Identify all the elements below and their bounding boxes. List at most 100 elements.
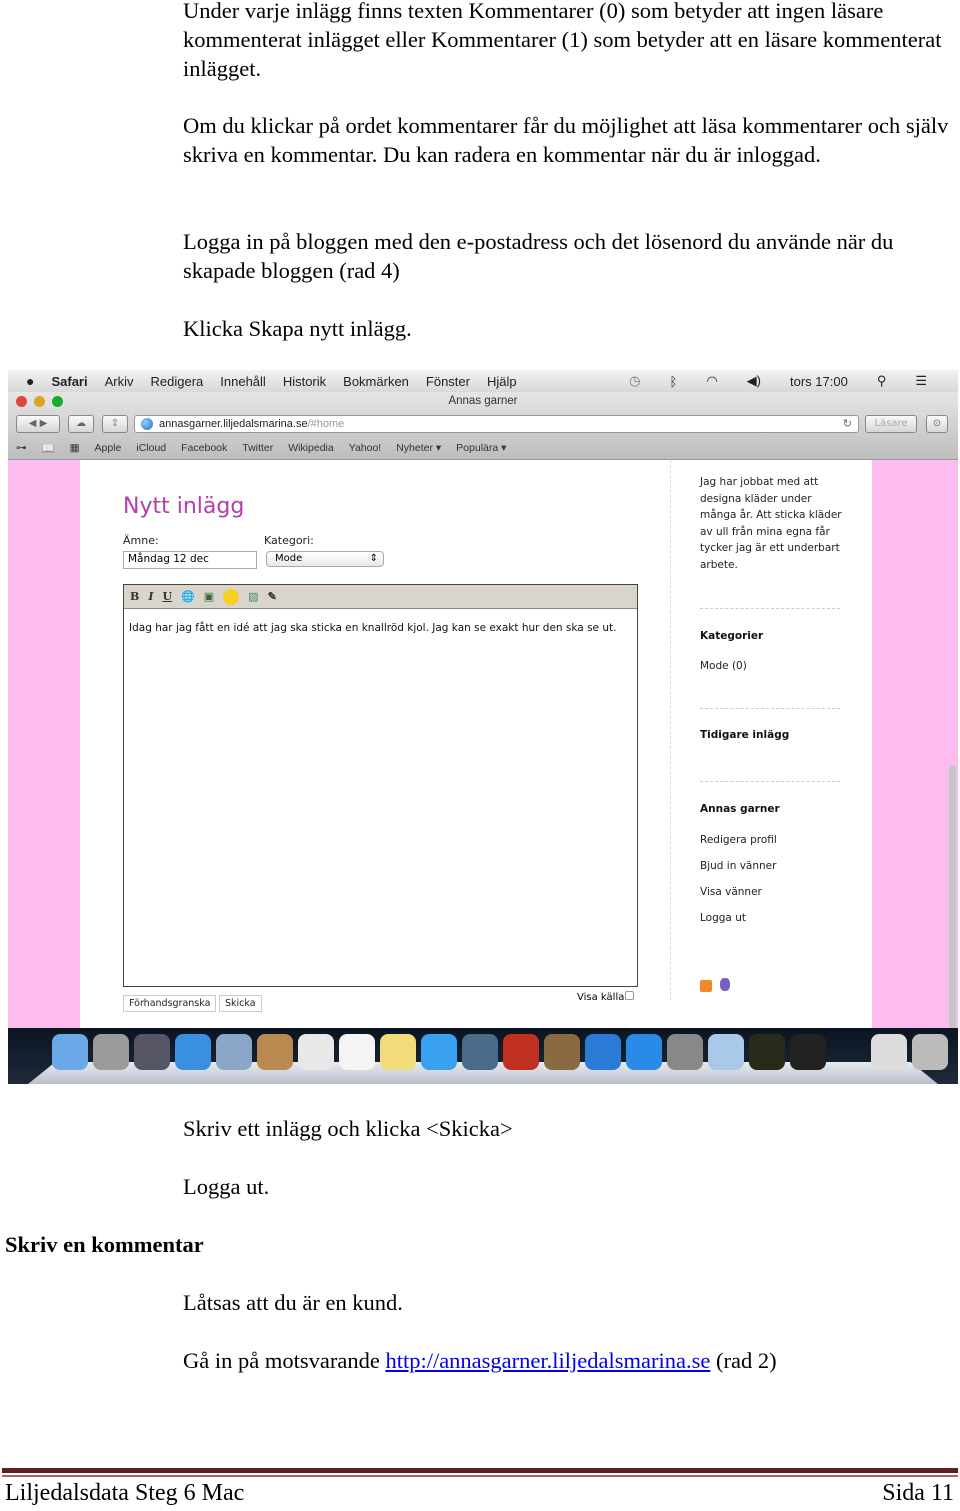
itunes-icon[interactable]: [585, 1034, 621, 1070]
trash-icon[interactable]: [912, 1034, 948, 1070]
blog-link[interactable]: http://annasgarner.liljedalsmarina.se: [385, 1348, 710, 1373]
console-icon[interactable]: [749, 1034, 785, 1070]
show-source-checkbox[interactable]: Visa källa: [577, 991, 635, 1003]
category-value: Mode: [275, 553, 303, 564]
volume-icon[interactable]: ◀): [747, 373, 761, 389]
bookmark-wikipedia[interactable]: Wikipedia: [288, 442, 334, 454]
attachment-icon[interactable]: ✎: [268, 590, 277, 603]
edit-profile-link[interactable]: Redigera profil: [700, 832, 777, 849]
bookmark-yahoo[interactable]: Yahoo!: [349, 442, 382, 454]
image-icon[interactable]: ▨: [248, 590, 258, 603]
footer-rule: [2, 1475, 958, 1477]
reader-button[interactable]: Läsare: [865, 415, 917, 433]
clock[interactable]: tors 17:00: [790, 374, 848, 389]
paragraph: Skriv ett inlägg och klicka <Skicka>: [183, 1116, 513, 1141]
subject-input[interactable]: Måndag 12 dec: [123, 551, 257, 569]
icloud-tabs-button[interactable]: ☁: [68, 415, 94, 433]
page-title: Nytt inlägg: [123, 494, 245, 519]
address-bar[interactable]: annasgarner.liljedalsmarina.se/#home ↻: [134, 415, 859, 433]
finder-icon[interactable]: [52, 1034, 88, 1070]
bookmarks-bar: ⊶ 📖 ▦ Apple iCloud Facebook Twitter Wiki…: [8, 440, 521, 456]
globe-icon: [141, 418, 153, 430]
mission-control-icon[interactable]: [134, 1034, 170, 1070]
italic-button[interactable]: I: [148, 590, 153, 603]
menu-safari[interactable]: Safari: [51, 374, 87, 389]
bookmark-apple[interactable]: Apple: [95, 442, 122, 454]
menu-hjalp[interactable]: Hjälp: [487, 374, 517, 389]
preview-button[interactable]: Förhandsgranska: [123, 995, 217, 1012]
menu-historik[interactable]: Historik: [283, 374, 326, 389]
invite-friends-link[interactable]: Bjud in vänner: [700, 858, 776, 875]
show-friends-link[interactable]: Visa vänner: [700, 884, 762, 901]
blog-heading: Annas garner: [700, 803, 780, 815]
reading-list-icon[interactable]: ⊶: [16, 442, 27, 454]
terminal-icon[interactable]: [790, 1034, 826, 1070]
categories-heading: Kategorier: [700, 630, 764, 642]
notes-icon[interactable]: [380, 1034, 416, 1070]
system-preferences-icon[interactable]: [667, 1034, 703, 1070]
safari-icon[interactable]: [175, 1034, 211, 1070]
calendar-icon[interactable]: [298, 1034, 334, 1070]
menu-innehall[interactable]: Innehåll: [220, 374, 266, 389]
menu-fonster[interactable]: Fönster: [426, 374, 470, 389]
notification-icon[interactable]: ☰: [915, 373, 927, 389]
bluetooth-icon[interactable]: ᛒ: [670, 374, 678, 389]
logout-link[interactable]: Logga ut: [700, 910, 746, 927]
post-editor: B I U 🌐 ▣ ▨ ✎ Idag har jag fått en idé a…: [123, 584, 638, 987]
rss-icon[interactable]: [700, 980, 712, 992]
bookmark-nyheter[interactable]: Nyheter ▾: [396, 442, 441, 454]
photo-booth-icon[interactable]: [503, 1034, 539, 1070]
mobile-icon[interactable]: [720, 978, 730, 991]
app-store-icon[interactable]: [626, 1034, 662, 1070]
url-host: annasgarner.liljedalsmarina.se: [159, 418, 308, 430]
category-select[interactable]: Mode ⇕: [266, 551, 384, 567]
divider: [700, 781, 840, 782]
post-body[interactable]: Idag har jag fått en idé att jag ska sti…: [124, 609, 637, 647]
bookmarks-icon[interactable]: 📖: [42, 442, 55, 455]
checkbox[interactable]: [625, 991, 635, 1000]
bold-button[interactable]: B: [130, 590, 139, 603]
divider: [700, 608, 840, 609]
apple-icon: ●: [26, 373, 35, 389]
documents-icon[interactable]: [871, 1034, 907, 1070]
section-heading: Skriv en kommentar: [5, 1232, 204, 1257]
chevron-updown-icon: ⇕: [369, 553, 378, 564]
launchpad-icon[interactable]: [93, 1034, 129, 1070]
send-button[interactable]: Skicka: [219, 995, 262, 1012]
spotlight-icon[interactable]: ⚲: [877, 373, 887, 389]
reminders-icon[interactable]: [339, 1034, 375, 1070]
downloads-button[interactable]: ⊙: [926, 415, 948, 433]
menu-redigera[interactable]: Redigera: [151, 374, 204, 389]
text: (rad 2): [710, 1348, 777, 1373]
textedit-icon[interactable]: [708, 1034, 744, 1070]
time-machine-icon[interactable]: ◷: [629, 373, 640, 389]
facetime-icon[interactable]: [462, 1034, 498, 1070]
back-forward-button[interactable]: ◀ ▶: [16, 415, 60, 433]
video-icon[interactable]: ▣: [204, 590, 214, 603]
paragraph: Under varje inlägg finns texten Kommenta…: [183, 0, 942, 81]
mail-icon[interactable]: [216, 1034, 252, 1070]
bookmark-twitter[interactable]: Twitter: [242, 442, 273, 454]
smiley-icon[interactable]: [223, 588, 240, 605]
link-icon[interactable]: 🌐: [181, 590, 195, 603]
category-link-mode[interactable]: Mode (0): [700, 658, 747, 675]
scrollbar[interactable]: [949, 765, 956, 1035]
reload-icon[interactable]: ↻: [843, 416, 852, 432]
page-number: Sida 11: [882, 1480, 954, 1506]
subject-label: Ämne:: [123, 534, 159, 547]
top-sites-icon[interactable]: ▦: [70, 442, 80, 454]
url-path: /#home: [307, 418, 345, 430]
share-button[interactable]: ⇪: [102, 415, 128, 433]
underline-button[interactable]: U: [162, 590, 172, 603]
menu-bokmarken[interactable]: Bokmärken: [343, 374, 409, 389]
bookmark-icloud[interactable]: iCloud: [136, 442, 166, 454]
messages-icon[interactable]: [421, 1034, 457, 1070]
iphoto-icon[interactable]: [544, 1034, 580, 1070]
dock-icons: [52, 1034, 948, 1070]
menu-arkiv[interactable]: Arkiv: [105, 374, 134, 389]
bookmark-populara[interactable]: Populära ▾: [456, 442, 506, 454]
contacts-icon[interactable]: [257, 1034, 293, 1070]
wifi-icon[interactable]: ◠: [706, 373, 717, 389]
bookmark-facebook[interactable]: Facebook: [181, 442, 227, 454]
divider: [670, 460, 671, 1000]
